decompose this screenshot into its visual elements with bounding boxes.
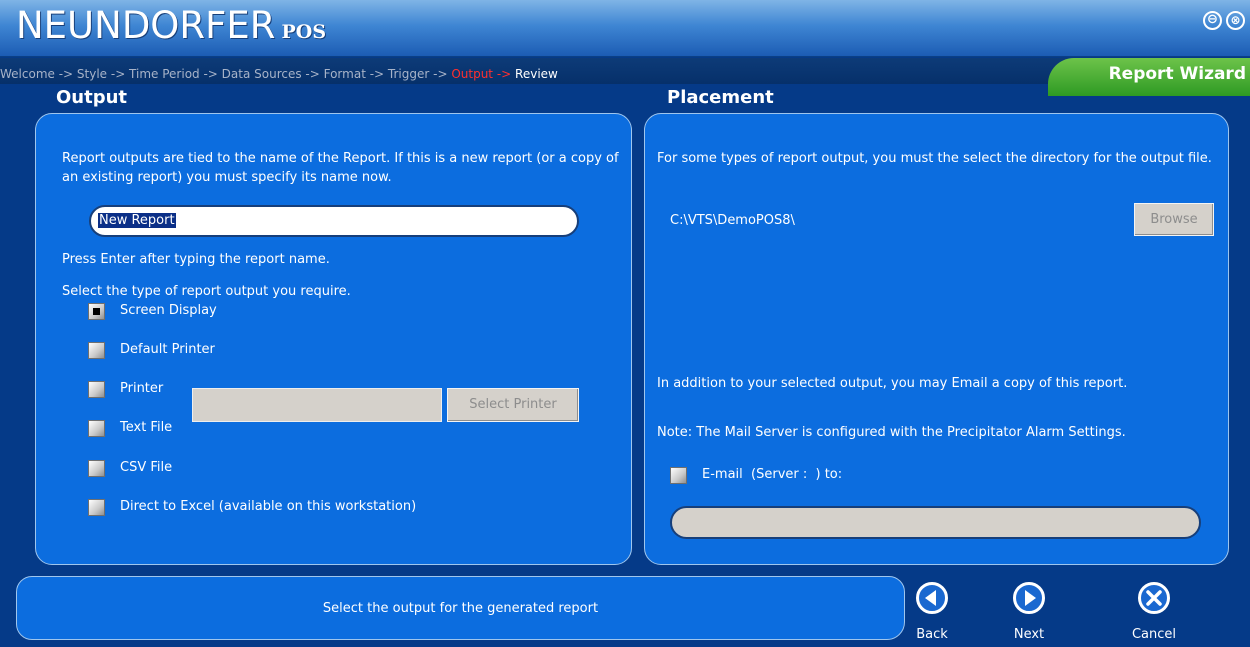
csv-file-label: CSV File bbox=[120, 460, 173, 475]
text-file-label: Text File bbox=[120, 420, 173, 435]
email-label: E-mail (Server : ) to: bbox=[702, 467, 843, 482]
printer-label: Printer bbox=[120, 381, 164, 396]
next-button[interactable]: Next bbox=[999, 578, 1059, 647]
cancel-x-icon bbox=[1138, 582, 1170, 614]
mail-server-note: Note: The Mail Server is configured with… bbox=[657, 425, 1126, 440]
app-name: NEUNDORFER bbox=[16, 4, 276, 47]
next-arrow-icon bbox=[1013, 582, 1045, 614]
cancel-button[interactable]: Cancel bbox=[1124, 578, 1184, 647]
placement-panel bbox=[644, 113, 1229, 565]
default-printer-checkbox[interactable] bbox=[88, 342, 105, 359]
report-name-input[interactable]: New Report bbox=[89, 205, 579, 237]
breadcrumb-steps: Welcome -> Style -> Time Period -> Data … bbox=[0, 67, 452, 81]
text-file-checkbox[interactable] bbox=[88, 420, 105, 437]
breadcrumb-next-step: Review bbox=[515, 67, 558, 81]
back-label: Back bbox=[916, 627, 948, 642]
direct-to-excel-checkbox[interactable] bbox=[88, 499, 105, 516]
output-heading: Output bbox=[56, 87, 128, 108]
next-label: Next bbox=[1013, 627, 1045, 642]
placement-intro-text: For some types of report output, you mus… bbox=[657, 151, 1212, 166]
back-button[interactable]: Back bbox=[902, 578, 962, 647]
default-printer-label: Default Printer bbox=[120, 342, 215, 357]
browse-button[interactable]: Browse bbox=[1134, 203, 1214, 236]
output-intro-text: Report outputs are tied to the name of t… bbox=[62, 151, 619, 185]
direct-to-excel-label: Direct to Excel (available on this works… bbox=[120, 499, 417, 514]
title-bar: NEUNDORFER POS ⊖ ⊗ bbox=[0, 0, 1250, 57]
status-bar: Select the output for the generated repo… bbox=[16, 576, 905, 640]
placement-heading: Placement bbox=[667, 87, 774, 108]
report-wizard-tab: Report Wizard bbox=[1048, 58, 1250, 96]
minimize-icon[interactable]: ⊖ bbox=[1203, 11, 1222, 30]
email-intro-text: In addition to your selected output, you… bbox=[657, 376, 1128, 391]
close-window-icon[interactable]: ⊗ bbox=[1226, 11, 1245, 30]
select-printer-button[interactable]: Select Printer bbox=[447, 388, 579, 422]
email-address-input[interactable] bbox=[670, 506, 1201, 539]
breadcrumb: Welcome -> Style -> Time Period -> Data … bbox=[0, 67, 558, 81]
screen-display-label: Screen Display bbox=[120, 303, 217, 318]
enter-hint-text: Press Enter after typing the report name… bbox=[62, 252, 330, 267]
cancel-label: Cancel bbox=[1131, 627, 1177, 642]
status-message: Select the output for the generated repo… bbox=[322, 601, 599, 616]
app-title: NEUNDORFER POS bbox=[16, 4, 326, 47]
screen-display-checkbox[interactable] bbox=[88, 303, 105, 320]
app-subtitle: POS bbox=[281, 21, 327, 43]
printer-name-field[interactable] bbox=[192, 388, 442, 422]
output-type-prompt: Select the type of report output you req… bbox=[62, 284, 351, 299]
output-directory-text: C:\VTS\DemoPOS8\ bbox=[670, 213, 795, 228]
breadcrumb-current-step: Output -> bbox=[451, 67, 516, 81]
csv-file-checkbox[interactable] bbox=[88, 460, 105, 477]
printer-checkbox[interactable] bbox=[88, 381, 105, 398]
report-name-value: New Report bbox=[98, 213, 176, 228]
email-checkbox[interactable] bbox=[670, 467, 687, 484]
back-arrow-icon bbox=[916, 582, 948, 614]
